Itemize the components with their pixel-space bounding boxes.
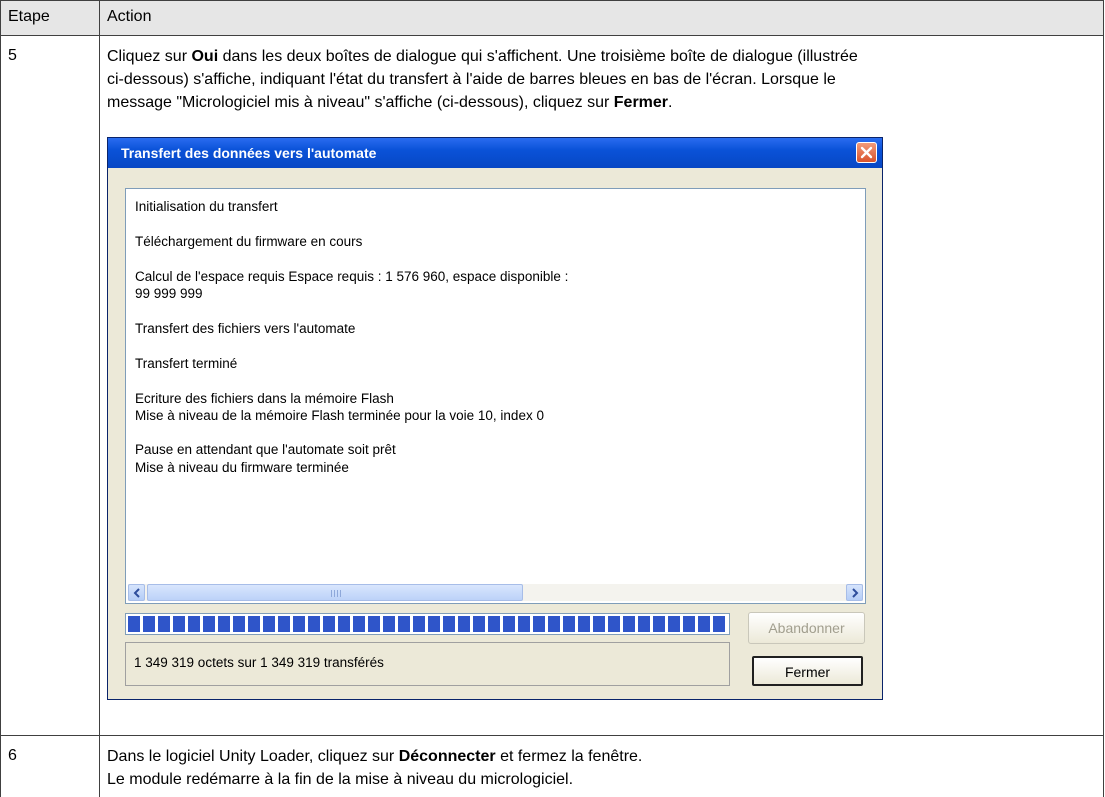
scroll-left-icon[interactable] [128, 584, 145, 601]
instruction-text: message "Micrologiciel mis à niveau" s'a… [107, 94, 614, 111]
close-button[interactable]: Fermer [752, 656, 863, 686]
abort-button[interactable]: Abandonner [748, 612, 865, 644]
header-step-label: Etape [8, 8, 50, 25]
progress-fill [128, 616, 727, 632]
log-line: Mise à niveau du firmware terminée [135, 460, 349, 475]
instruction-line: ci-dessous) s'affiche, indiquant l'état … [107, 68, 1097, 91]
log-line: Téléchargement du firmware en cours [135, 234, 363, 249]
step-number: 6 [8, 747, 17, 764]
log-line: Transfert des fichiers vers l'automate [135, 321, 356, 336]
horizontal-scrollbar[interactable] [128, 584, 863, 601]
instruction-text: ci-dessous) s'affiche, indiquant l'état … [107, 71, 836, 88]
transfer-log: Initialisation du transfert Téléchargeme… [125, 188, 866, 604]
instruction-line: Le module redémarre à la fin de la mise … [107, 768, 1097, 791]
transfer-dialog: Transfert des données vers l'automate In… [107, 137, 883, 700]
log-line: Initialisation du transfert [135, 199, 278, 214]
instruction-text: . [668, 94, 673, 111]
dialog-title-bar: Transfert des données vers l'automate [108, 138, 882, 168]
log-line: Pause en attendant que l'automate soit p… [135, 442, 396, 457]
instruction-text: Cliquez sur [107, 48, 192, 65]
instruction-text: et fermez la fenêtre. [495, 748, 643, 765]
transfer-status-text: 1 349 319 octets sur 1 349 319 transféré… [134, 655, 384, 670]
instruction-line: Dans le logiciel Unity Loader, cliquez s… [107, 745, 1097, 768]
dialog-title: Transfert des données vers l'automate [121, 145, 377, 161]
instruction-line: message "Micrologiciel mis à niveau" s'a… [107, 91, 1097, 114]
step-instruction: Dans le logiciel Unity Loader, cliquez s… [107, 745, 1097, 791]
status-box: 1 349 319 octets sur 1 349 319 transféré… [125, 642, 730, 686]
instruction-text: Le module redémarre à la fin de la mise … [107, 771, 574, 788]
scrollbar-thumb[interactable] [147, 584, 523, 601]
log-line: 99 999 999 [135, 286, 203, 301]
log-line: Mise à niveau de la mémoire Flash termin… [135, 408, 544, 423]
ui-term: Déconnecter [398, 748, 496, 765]
scroll-right-icon[interactable] [846, 584, 863, 601]
log-line: Ecriture des fichiers dans la mémoire Fl… [135, 391, 394, 406]
step-number: 5 [8, 47, 17, 64]
ui-term: Oui [191, 48, 219, 65]
ui-term: Fermer [613, 94, 669, 111]
table-header-action: Action [99, 0, 1104, 35]
header-action-label: Action [107, 8, 152, 25]
transfer-progress-bar [125, 613, 730, 635]
step-instruction: Cliquez sur Oui dans les deux boîtes de … [107, 45, 1097, 114]
log-line: Transfert terminé [135, 356, 238, 371]
instruction-text: Dans le logiciel Unity Loader, cliquez s… [107, 748, 399, 765]
table-header-step: Etape [0, 0, 99, 35]
instruction-line: Cliquez sur Oui dans les deux boîtes de … [107, 45, 1097, 68]
log-line: Calcul de l'espace requis Espace requis … [135, 269, 569, 284]
close-icon[interactable] [856, 142, 877, 163]
instruction-text: dans les deux boîtes de dialogue qui s'a… [218, 48, 858, 65]
